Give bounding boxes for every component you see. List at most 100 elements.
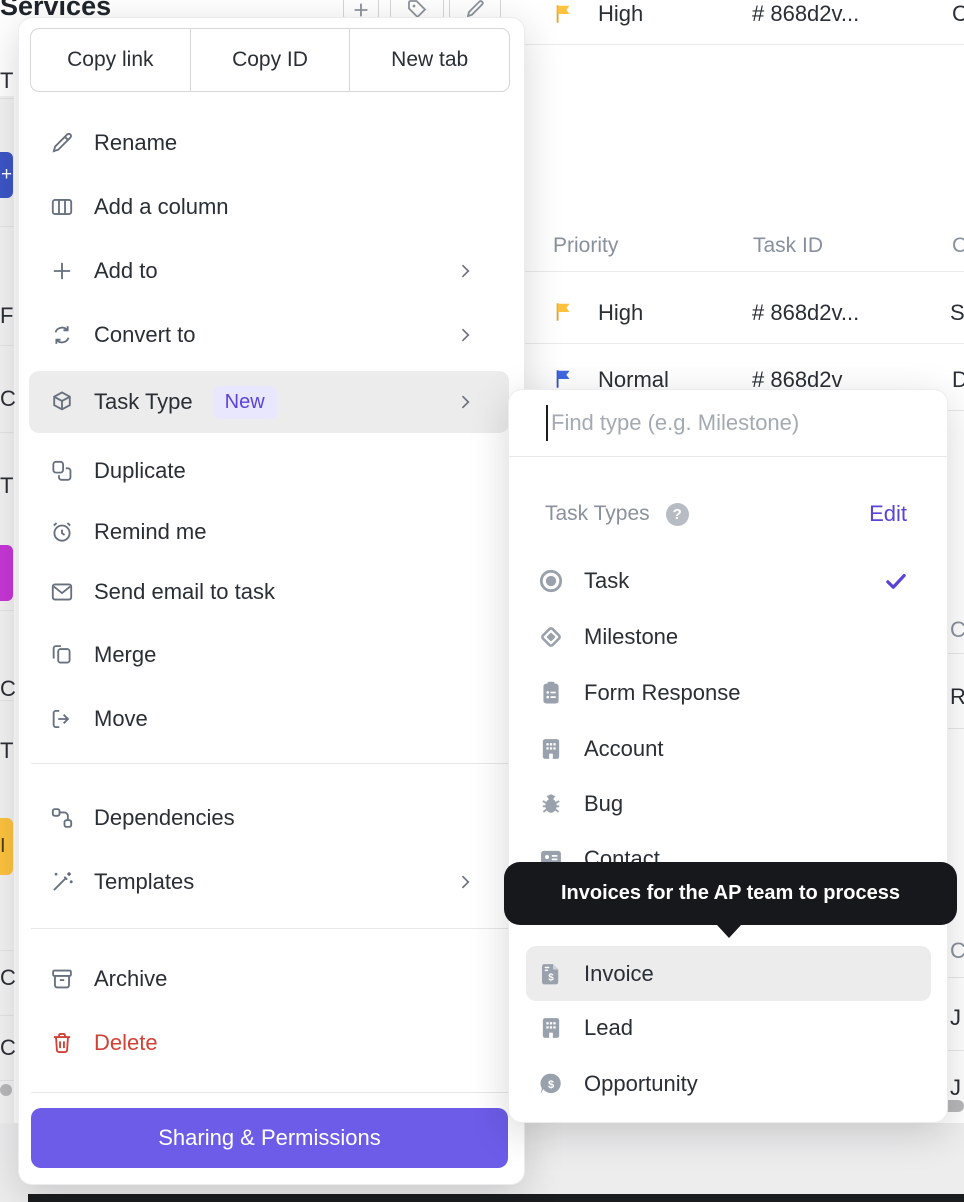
menu-divider bbox=[31, 928, 510, 929]
blue-plus-badge: + bbox=[0, 152, 13, 198]
type-item-task[interactable]: Task bbox=[526, 553, 931, 609]
invoice-icon: $ bbox=[537, 960, 565, 988]
menu-item-send-email-to-task[interactable]: Send email to task bbox=[29, 563, 509, 621]
type-item-form-response[interactable]: Form Response bbox=[526, 665, 931, 721]
column-cell: C bbox=[952, 1, 964, 27]
menu-item-label: Dependencies bbox=[94, 805, 235, 831]
chevron-right-icon bbox=[455, 261, 475, 281]
archive-icon bbox=[49, 966, 75, 992]
bug-icon bbox=[537, 790, 565, 818]
menu-item-label: Archive bbox=[94, 966, 167, 992]
priority-cell: High bbox=[598, 300, 643, 326]
type-search-input[interactable] bbox=[509, 390, 947, 456]
envelope-icon bbox=[49, 579, 75, 605]
menu-item-add-a-column[interactable]: Add a column bbox=[29, 178, 509, 236]
row-label-fragment: T bbox=[0, 473, 13, 499]
copy-id-button[interactable]: Copy ID bbox=[190, 29, 350, 91]
duplicate-icon bbox=[49, 458, 75, 484]
alarm-clock-icon bbox=[49, 519, 75, 545]
plus-icon bbox=[49, 258, 75, 284]
assignee-cell: S bbox=[950, 300, 964, 326]
cell-fragment: J bbox=[950, 1075, 961, 1101]
column-header-fragment: C bbox=[950, 938, 964, 964]
task-type-icon bbox=[537, 567, 565, 595]
svg-text:$: $ bbox=[548, 972, 554, 983]
row-label-fragment: T bbox=[0, 68, 13, 94]
type-item-account[interactable]: Account bbox=[526, 721, 931, 777]
type-item-label: Milestone bbox=[584, 624, 678, 650]
menu-item-label: Add a column bbox=[94, 194, 229, 220]
columns-icon bbox=[49, 194, 75, 220]
menu-item-archive[interactable]: Archive bbox=[29, 950, 509, 1008]
pencil-icon bbox=[49, 130, 75, 156]
row-label-fragment: C bbox=[0, 1035, 16, 1061]
task-id-column-header[interactable]: Task ID bbox=[753, 234, 823, 258]
menu-item-label: Templates bbox=[94, 869, 194, 895]
quick-actions-bar: Copy link Copy ID New tab bbox=[30, 28, 510, 92]
section-title: Task Types bbox=[545, 502, 650, 526]
invoice-tooltip: Invoices for the AP team to process bbox=[504, 862, 957, 925]
menu-item-label: Move bbox=[94, 706, 148, 732]
menu-item-dependencies[interactable]: Dependencies bbox=[29, 789, 509, 847]
convert-icon bbox=[49, 322, 75, 348]
menu-item-duplicate[interactable]: Duplicate bbox=[29, 442, 509, 500]
priority-flag-normal-icon bbox=[553, 368, 575, 390]
menu-item-remind-me[interactable]: Remind me bbox=[29, 503, 509, 561]
type-item-milestone[interactable]: Milestone bbox=[526, 609, 931, 665]
cube-icon bbox=[49, 389, 75, 415]
menu-item-label: Merge bbox=[94, 642, 156, 668]
menu-item-label: Send email to task bbox=[94, 579, 275, 605]
menu-item-delete[interactable]: Delete bbox=[29, 1014, 509, 1072]
wand-icon bbox=[49, 869, 75, 895]
row-divider bbox=[525, 343, 964, 344]
task-type-submenu: Task Types ? Edit Task Milestone Form Re… bbox=[508, 389, 948, 1123]
row-divider bbox=[948, 1050, 964, 1051]
row-label-fragment: F bbox=[0, 303, 13, 329]
menu-item-label: Add to bbox=[94, 258, 158, 284]
type-item-invoice[interactable]: $ Invoice bbox=[526, 946, 931, 1001]
move-icon bbox=[49, 706, 75, 732]
menu-item-label: Task Type bbox=[94, 389, 193, 415]
type-item-label: Opportunity bbox=[584, 1071, 698, 1097]
menu-item-merge[interactable]: Merge bbox=[29, 626, 509, 684]
row-label-fragment: T bbox=[0, 738, 13, 764]
type-item-label: Bug bbox=[584, 791, 623, 817]
menu-item-templates[interactable]: Templates bbox=[29, 853, 509, 911]
magenta-status-badge bbox=[0, 545, 13, 601]
menu-item-convert-to[interactable]: Convert to bbox=[29, 306, 509, 364]
building-icon bbox=[537, 1014, 565, 1042]
extra-column-header[interactable]: C bbox=[952, 234, 964, 258]
priority-column-header[interactable]: Priority bbox=[553, 234, 618, 258]
menu-item-label: Duplicate bbox=[94, 458, 186, 484]
menu-divider bbox=[31, 763, 510, 764]
menu-item-label: Delete bbox=[94, 1030, 158, 1056]
chevron-right-icon bbox=[455, 325, 475, 345]
type-item-opportunity[interactable]: $ Opportunity bbox=[526, 1056, 931, 1112]
menu-item-label: Rename bbox=[94, 130, 177, 156]
row-divider bbox=[948, 977, 964, 978]
type-item-lead[interactable]: Lead bbox=[526, 1000, 931, 1056]
type-item-label: Task bbox=[584, 568, 629, 594]
text-cursor bbox=[546, 405, 548, 441]
check-icon bbox=[883, 568, 909, 594]
horizontal-scrollbar[interactable] bbox=[0, 1084, 12, 1096]
copy-link-button[interactable]: Copy link bbox=[31, 29, 190, 91]
menu-item-add-to[interactable]: Add to bbox=[29, 242, 509, 300]
form-response-icon bbox=[537, 679, 565, 707]
chevron-right-icon bbox=[455, 392, 475, 412]
new-tab-button[interactable]: New tab bbox=[349, 29, 509, 91]
type-search bbox=[509, 390, 947, 457]
help-icon[interactable]: ? bbox=[666, 503, 689, 526]
assignee-cell: D bbox=[952, 367, 964, 393]
sharing-permissions-button[interactable]: Sharing & Permissions bbox=[31, 1108, 508, 1168]
menu-item-move[interactable]: Move bbox=[29, 690, 509, 748]
header-divider bbox=[525, 271, 964, 272]
edit-task-types-link[interactable]: Edit bbox=[869, 501, 907, 527]
window-bottom-edge bbox=[28, 1194, 964, 1202]
page-left-edge bbox=[0, 96, 14, 1194]
menu-item-rename[interactable]: Rename bbox=[29, 114, 509, 172]
task-types-section-header: Task Types ? Edit bbox=[545, 492, 907, 536]
type-item-bug[interactable]: Bug bbox=[526, 776, 931, 832]
dollar-bubble-icon: $ bbox=[537, 1070, 565, 1098]
menu-item-task-type[interactable]: Task Type New bbox=[29, 371, 509, 433]
